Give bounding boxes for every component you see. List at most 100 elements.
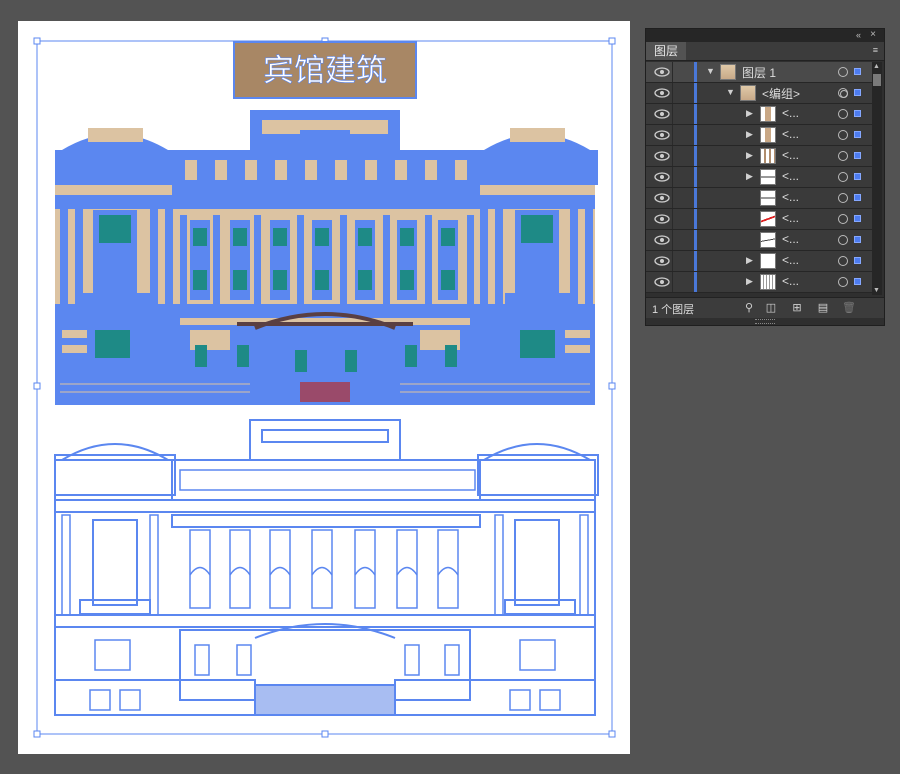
visibility-eye-icon[interactable] [651,212,673,226]
layer-name[interactable]: <... [782,211,799,225]
selection-indicator[interactable] [854,131,861,138]
selection-indicator[interactable] [854,173,861,180]
selection-indicator[interactable] [854,194,861,201]
target-icon[interactable] [838,235,848,245]
disclosure-collapsed-icon[interactable]: ▶ [746,129,753,140]
layer-color-bar [694,167,697,187]
scroll-up-icon[interactable]: ▲ [873,63,880,70]
layer-name[interactable]: <... [782,169,799,183]
selection-indicator[interactable] [854,257,861,264]
target-icon[interactable] [838,130,848,140]
layer-count: 1 个图层 [652,304,695,316]
layer-name[interactable]: <... [782,253,799,267]
tab-layers[interactable]: 图层 [646,42,686,60]
column-divider [672,209,673,229]
layer-color-bar [694,251,697,271]
target-icon[interactable] [838,67,848,77]
delete-layer-icon[interactable]: 🗑 [842,301,856,315]
dots-thumb [760,274,776,290]
target-icon[interactable] [838,193,848,203]
sublayer-row[interactable]: ▶ <... [646,272,872,293]
column-thumb [760,148,776,164]
close-icon[interactable]: × [870,29,876,40]
scroll-down-icon[interactable]: ▼ [873,287,880,294]
new-layer-icon[interactable]: ▤ [816,301,830,315]
curve-thumb [760,232,776,248]
visibility-eye-icon[interactable] [651,86,673,100]
selection-indicator[interactable] [854,68,861,75]
layer-name[interactable]: <编组> [762,85,800,102]
target-icon[interactable] [838,109,848,119]
selection-indicator[interactable] [854,110,861,117]
layer-name[interactable]: <... [782,232,799,246]
column-divider [672,125,673,145]
sublayer-row[interactable]: ▶ <... [646,167,872,188]
disclosure-expanded-icon[interactable]: ▼ [726,87,735,97]
panel-menu-icon[interactable]: ≡ [873,45,878,55]
disclosure-expanded-icon[interactable]: ▼ [706,66,715,76]
column-divider [672,167,673,187]
selection-indicator[interactable] [854,89,861,96]
selection-indicator[interactable] [854,152,861,159]
disclosure-collapsed-icon[interactable]: ▶ [746,255,753,266]
sublayer-row[interactable]: ▶ <... [646,146,872,167]
selection-indicator[interactable] [854,215,861,222]
sublayer-row[interactable]: <... [646,188,872,209]
scroll-thumb[interactable] [873,74,881,86]
new-sublayer-icon[interactable]: ⊞ [790,301,804,315]
target-icon[interactable] [838,214,848,224]
outline-building [54,419,599,716]
selection-indicator[interactable] [854,278,861,285]
target-icon[interactable] [838,88,848,98]
target-icon[interactable] [838,172,848,182]
collapse-icon[interactable]: « [856,30,861,40]
column-divider [672,188,673,208]
layer-color-bar [694,125,697,145]
disclosure-collapsed-icon[interactable]: ▶ [746,171,753,182]
visibility-eye-icon[interactable] [651,107,673,121]
disclosure-collapsed-icon[interactable]: ▶ [746,276,753,287]
visibility-eye-icon[interactable] [651,233,673,247]
group-row[interactable]: ▼ <编组> [646,83,872,104]
sublayer-row[interactable]: ▶ <... [646,125,872,146]
selection-indicator[interactable] [854,236,861,243]
tall-thumb [760,127,776,143]
target-icon[interactable] [838,277,848,287]
visibility-eye-icon[interactable] [651,191,673,205]
layer-name[interactable]: <... [782,148,799,162]
sublayer-row[interactable]: <... [646,230,872,251]
visibility-eye-icon[interactable] [651,275,673,289]
sublayer-row[interactable]: ▶ <... [646,251,872,272]
sublayer-row[interactable]: ▶ <... [646,104,872,125]
layers-scrollbar[interactable]: ▲ ▼ [872,62,882,295]
column-divider [672,230,673,250]
locate-object-icon[interactable]: ⚲ [742,301,756,315]
visibility-eye-icon[interactable] [651,254,673,268]
column-divider [672,146,673,166]
layer-color-bar [694,146,697,166]
layer-name[interactable]: <... [782,274,799,288]
column-divider [672,272,673,292]
visibility-eye-icon[interactable] [651,149,673,163]
column-divider [672,62,673,82]
make-clip-mask-icon[interactable]: ◫ [764,301,778,315]
layer-color-bar [694,230,697,250]
layer-name[interactable]: 图层 1 [742,64,776,81]
layer-name[interactable]: <... [782,127,799,141]
layer-name[interactable]: <... [782,106,799,120]
layer-color-bar [694,83,697,103]
resize-grip[interactable] [755,319,775,324]
visibility-eye-icon[interactable] [651,170,673,184]
panel-titlebar[interactable]: « × [646,29,884,42]
building-thumb [740,85,756,101]
layer-color-bar [694,62,697,82]
target-icon[interactable] [838,151,848,161]
disclosure-collapsed-icon[interactable]: ▶ [746,108,753,119]
visibility-eye-icon[interactable] [651,128,673,142]
layer-name[interactable]: <... [782,190,799,204]
sublayer-row[interactable]: <... [646,209,872,230]
layer-row[interactable]: ▼ 图层 1 [646,62,872,83]
disclosure-collapsed-icon[interactable]: ▶ [746,150,753,161]
visibility-eye-icon[interactable] [651,65,673,79]
target-icon[interactable] [838,256,848,266]
